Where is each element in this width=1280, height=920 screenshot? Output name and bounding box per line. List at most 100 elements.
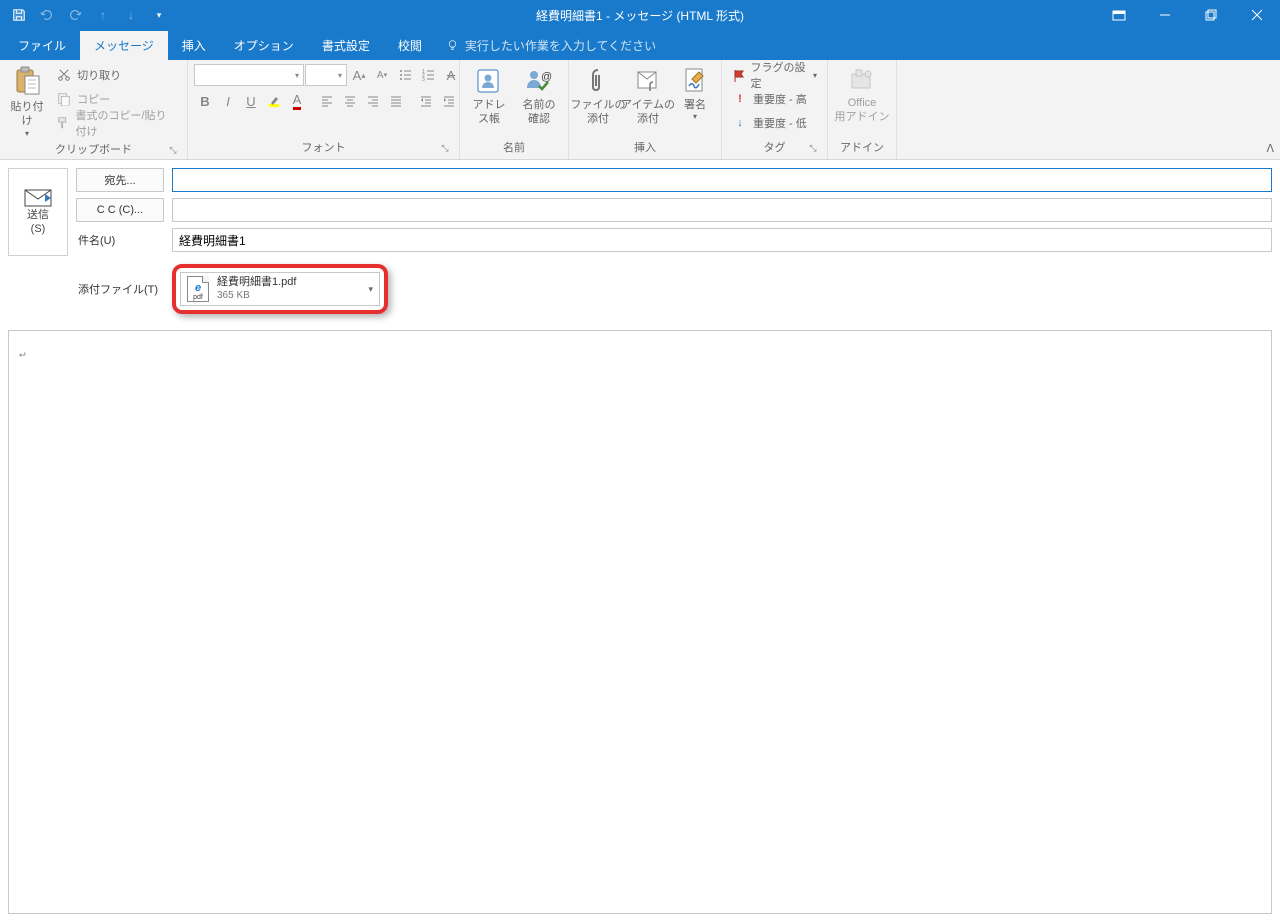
tell-me-text: 実行したい作業を入力してください [465, 37, 656, 54]
low-icon: ↓ [732, 115, 748, 131]
tab-file[interactable]: ファイル [4, 31, 80, 60]
format-painter-button[interactable]: 書式のコピー/貼り付け [52, 112, 181, 134]
pdf-file-icon: e pdf [187, 276, 209, 302]
tell-me[interactable]: 実行したい作業を入力してください [436, 31, 666, 60]
save-icon[interactable] [6, 3, 32, 27]
ribbon-display-icon[interactable] [1096, 0, 1142, 30]
attachment-highlight: e pdf 経費明細書1.pdf 365 KB ▾ [172, 264, 388, 314]
window-controls [1096, 0, 1280, 30]
dialog-launcher-icon[interactable]: ⤡ [807, 143, 819, 155]
underline-icon[interactable]: U [240, 90, 262, 112]
scissors-icon [56, 67, 72, 83]
numbering-icon[interactable]: 123 [417, 64, 439, 86]
tab-options[interactable]: オプション [220, 31, 308, 60]
align-right-icon[interactable] [362, 90, 384, 112]
cut-label: 切り取り [77, 67, 121, 83]
lightbulb-icon [446, 39, 459, 52]
to-input[interactable] [172, 168, 1272, 192]
dialog-launcher-icon[interactable]: ⤡ [439, 143, 451, 155]
group-tags-label: タグ [764, 142, 786, 154]
tab-format[interactable]: 書式設定 [308, 31, 384, 60]
group-addins-label: アドイン [840, 142, 884, 154]
group-clipboard: 貼り付け ▾ 切り取り コピー 書式のコピー/貼り付け クリップボード⤡ [0, 60, 188, 159]
undo-icon[interactable] [34, 3, 60, 27]
outdent-icon[interactable] [415, 90, 437, 112]
group-font-label: フォント [302, 142, 346, 154]
attach-file-button[interactable]: ファイルの 添付 [575, 64, 621, 129]
dialog-launcher-icon[interactable]: ⤡ [167, 145, 179, 157]
chevron-down-icon[interactable]: ▾ [368, 284, 373, 295]
clear-format-icon[interactable]: A [440, 64, 462, 86]
high-label: 重要度 - 高 [753, 91, 807, 107]
svg-text:@: @ [541, 71, 552, 83]
svg-text:3: 3 [422, 77, 425, 82]
attach-file-label: ファイルの 添付 [571, 98, 626, 127]
grow-font-icon[interactable]: A▴ [348, 64, 370, 86]
tab-review[interactable]: 校閲 [384, 31, 436, 60]
signature-button[interactable]: 署名 ▾ [675, 64, 715, 125]
font-color-icon[interactable]: A [286, 90, 308, 112]
indent-icon[interactable] [438, 90, 460, 112]
checknames-button[interactable]: @ 名前の 確認 [516, 64, 562, 129]
font-size-select[interactable]: ▾ [305, 64, 347, 86]
chevron-down-icon: ▾ [813, 71, 817, 80]
attachment-chip[interactable]: e pdf 経費明細書1.pdf 365 KB ▾ [180, 272, 380, 306]
titlebar: ↑ ↓ ▾ 経費明細書1 - メッセージ (HTML 形式) [0, 0, 1280, 30]
maximize-icon[interactable] [1188, 0, 1234, 30]
attachment-name: 経費明細書1.pdf [217, 276, 296, 289]
attach-item-button[interactable]: アイテムの 添付 [625, 64, 671, 129]
group-include: ファイルの 添付 アイテムの 添付 署名 ▾ 挿入 [569, 60, 722, 159]
to-button[interactable]: 宛先... [76, 168, 164, 192]
file-ext: pdf [193, 294, 203, 301]
prev-icon[interactable]: ↑ [90, 3, 116, 27]
subject-input[interactable] [172, 228, 1272, 252]
justify-icon[interactable] [385, 90, 407, 112]
painter-label: 書式のコピー/貼り付け [75, 107, 177, 139]
message-body[interactable]: ↵ [8, 330, 1272, 914]
flag-icon [732, 67, 745, 83]
tab-insert[interactable]: 挿入 [168, 31, 220, 60]
group-addins: Office 用アドイン アドイン [828, 60, 897, 159]
low-importance-button[interactable]: ↓重要度 - 低 [728, 112, 821, 134]
send-button[interactable]: 送信 (S) [8, 168, 68, 256]
highlight-icon[interactable] [263, 90, 285, 112]
checknames-label: 名前の 確認 [523, 98, 556, 127]
next-icon[interactable]: ↓ [118, 3, 144, 27]
paste-button[interactable]: 貼り付け ▾ [6, 64, 48, 141]
compose-header: 送信 (S) 宛先... C C (C)... 件名(U) 添付ファイル(T) … [0, 160, 1280, 322]
addressbook-button[interactable]: アドレス帳 [466, 64, 512, 129]
chevron-down-icon: ▾ [693, 112, 697, 122]
group-tags: フラグの設定▾ ! 重要度 - 高 ↓重要度 - 低 タグ ⤡ [722, 60, 828, 159]
high-importance-button[interactable]: ! 重要度 - 高 [728, 88, 821, 110]
window-title: 経費明細書1 - メッセージ (HTML 形式) [536, 7, 744, 24]
followup-button[interactable]: フラグの設定▾ [728, 64, 821, 86]
minimize-icon[interactable] [1142, 0, 1188, 30]
qat-customize-icon[interactable]: ▾ [146, 3, 172, 27]
quick-access-toolbar: ↑ ↓ ▾ [0, 3, 172, 27]
office-addins-button[interactable]: Office 用アドイン [834, 64, 890, 127]
bold-icon[interactable]: B [194, 90, 216, 112]
close-icon[interactable] [1234, 0, 1280, 30]
shrink-font-icon[interactable]: A▾ [371, 64, 393, 86]
group-include-label: 挿入 [634, 142, 656, 154]
signature-label: 署名 [684, 98, 706, 112]
collapse-ribbon-icon[interactable]: ᐱ [1266, 142, 1274, 155]
cc-button[interactable]: C C (C)... [76, 198, 164, 222]
attachment-size: 365 KB [217, 290, 296, 302]
copy-icon [56, 91, 72, 107]
attachment-label: 添付ファイル(T) [76, 281, 164, 297]
bullets-icon[interactable] [394, 64, 416, 86]
font-family-select[interactable]: ▾ [194, 64, 304, 86]
align-center-icon[interactable] [339, 90, 361, 112]
addressbook-label: アドレス帳 [468, 98, 510, 127]
subject-label: 件名(U) [76, 232, 164, 248]
redo-icon[interactable] [62, 3, 88, 27]
cc-input[interactable] [172, 198, 1272, 222]
paragraph-mark: ↵ [19, 347, 26, 360]
send-label: 送信 (S) [27, 208, 49, 237]
cut-button[interactable]: 切り取り [52, 64, 181, 86]
align-left-icon[interactable] [316, 90, 338, 112]
tab-message[interactable]: メッセージ [80, 31, 168, 60]
high-icon: ! [732, 91, 748, 107]
italic-icon[interactable]: I [217, 90, 239, 112]
